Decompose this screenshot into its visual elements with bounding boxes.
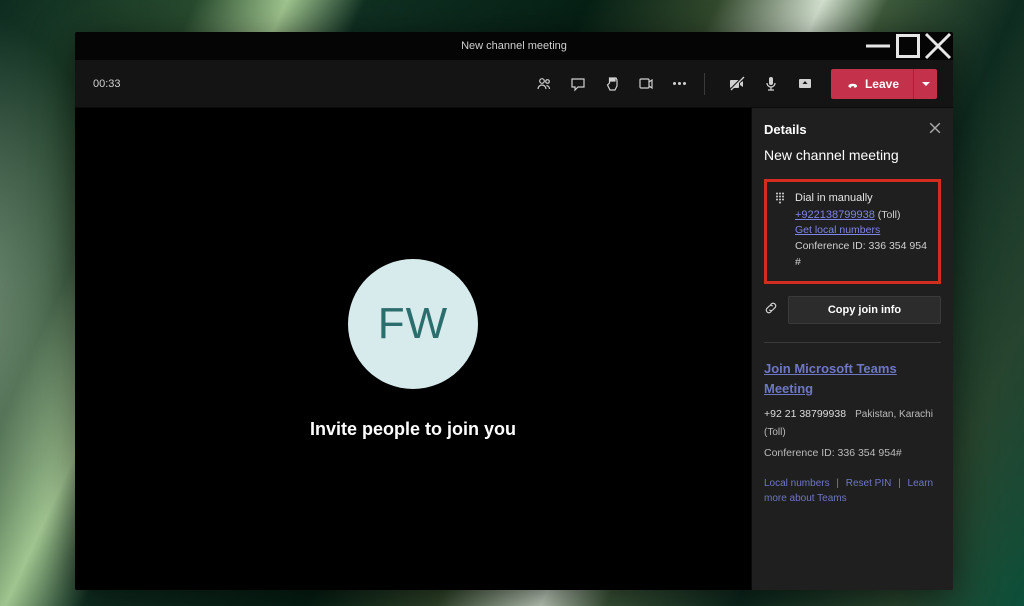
meeting-toolbar: 00:33 bbox=[75, 60, 953, 108]
leave-main[interactable]: Leave bbox=[831, 69, 913, 99]
invite-text: Invite people to join you bbox=[310, 419, 516, 440]
leave-dropdown[interactable] bbox=[913, 69, 937, 99]
camera-off-icon[interactable] bbox=[729, 76, 745, 92]
app-body: FW Invite people to join you Details New… bbox=[75, 108, 953, 590]
chat-icon[interactable] bbox=[570, 76, 586, 92]
maximize-button[interactable] bbox=[893, 32, 923, 60]
meeting-stage: FW Invite people to join you bbox=[75, 108, 751, 590]
avatar: FW bbox=[348, 259, 478, 389]
minimize-button[interactable] bbox=[863, 32, 893, 60]
share-icon[interactable] bbox=[797, 76, 813, 92]
app-window: New channel meeting 00:33 bbox=[75, 32, 953, 590]
leave-label: Leave bbox=[865, 77, 899, 91]
avatar-initials: FW bbox=[378, 299, 448, 349]
get-local-numbers-link[interactable]: Get local numbers bbox=[795, 223, 930, 239]
details-panel: Details New channel meeting Dial in man bbox=[751, 108, 953, 590]
copy-join-label: Copy join info bbox=[828, 304, 901, 316]
toolbar-icons bbox=[536, 76, 688, 92]
leave-button[interactable]: Leave bbox=[831, 69, 937, 99]
toolbar-divider bbox=[704, 73, 705, 95]
dial-in-box: Dial in manually +922138799938 (Toll) Ge… bbox=[764, 179, 941, 284]
conference-id: Conference ID: 336 354 954 # bbox=[795, 239, 930, 271]
footer-links: Local numbers | Reset PIN | Learn more a… bbox=[764, 476, 941, 506]
window-controls bbox=[863, 32, 953, 60]
meeting-name: New channel meeting bbox=[764, 147, 941, 163]
titlebar: New channel meeting bbox=[75, 32, 953, 60]
mic-icon[interactable] bbox=[763, 76, 779, 92]
media-icons bbox=[729, 76, 813, 92]
dial-in-phone-link[interactable]: +922138799938 bbox=[795, 209, 875, 221]
reset-pin-link[interactable]: Reset PIN bbox=[846, 478, 892, 489]
more-icon[interactable] bbox=[672, 76, 688, 92]
join-conference-id: Conference ID: 336 354 954# bbox=[764, 445, 941, 462]
close-button[interactable] bbox=[923, 32, 953, 60]
separator bbox=[764, 342, 941, 343]
call-timer: 00:33 bbox=[93, 78, 121, 90]
rooms-icon[interactable] bbox=[638, 76, 654, 92]
dialpad-icon bbox=[775, 190, 787, 271]
copy-join-info-button[interactable]: Copy join info bbox=[788, 296, 941, 324]
window-title: New channel meeting bbox=[461, 40, 567, 52]
reactions-icon[interactable] bbox=[604, 76, 620, 92]
join-phone: +92 21 38799938 bbox=[764, 408, 846, 420]
local-numbers-link[interactable]: Local numbers bbox=[764, 478, 830, 489]
toll-suffix: (Toll) bbox=[875, 209, 901, 221]
panel-close-icon[interactable] bbox=[929, 122, 941, 137]
panel-title: Details bbox=[764, 122, 807, 137]
people-icon[interactable] bbox=[536, 76, 552, 92]
dial-in-heading: Dial in manually bbox=[795, 190, 930, 207]
link-icon bbox=[764, 301, 780, 318]
join-info-block: Join Microsoft Teams Meeting +92 21 3879… bbox=[764, 359, 941, 507]
join-teams-link[interactable]: Join Microsoft Teams Meeting bbox=[764, 359, 941, 401]
